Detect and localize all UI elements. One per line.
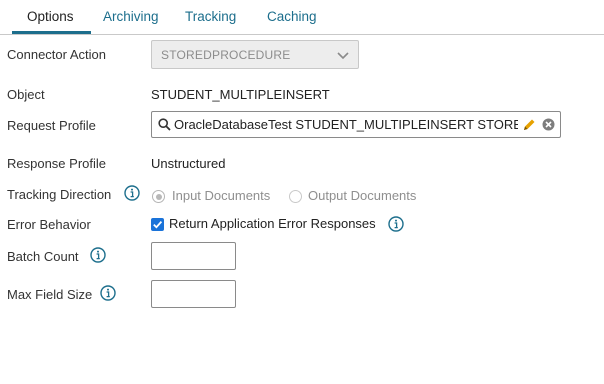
chevron-down-icon — [337, 52, 349, 60]
active-tab-indicator — [12, 31, 91, 34]
tab-caching[interactable]: Caching — [267, 9, 317, 24]
search-icon — [158, 118, 171, 131]
max-field-size-input[interactable] — [151, 280, 236, 308]
error-behavior-label: Error Behavior — [7, 217, 91, 232]
tab-options[interactable]: Options — [27, 9, 74, 24]
input-documents-radio[interactable] — [152, 190, 165, 203]
info-circle-icon[interactable] — [90, 247, 106, 263]
tab-tracking[interactable]: Tracking — [185, 9, 236, 24]
info-circle-icon[interactable] — [388, 216, 404, 232]
pencil-icon[interactable] — [522, 118, 536, 132]
batch-count-label: Batch Count — [7, 249, 79, 264]
return-error-responses-label: Return Application Error Responses — [169, 216, 376, 231]
batch-count-input[interactable] — [151, 242, 236, 270]
tab-archiving[interactable]: Archiving — [103, 9, 159, 24]
checkmark-icon — [153, 221, 163, 229]
max-field-size-label: Max Field Size — [7, 287, 93, 302]
response-profile-label: Response Profile — [7, 156, 106, 171]
connector-action-label: Connector Action — [7, 47, 107, 62]
tab-bar: Options Archiving Tracking Caching — [0, 0, 604, 35]
input-documents-label: Input Documents — [172, 188, 271, 203]
tracking-direction-label: Tracking Direction — [7, 187, 112, 202]
info-circle-icon[interactable] — [100, 285, 116, 301]
request-profile-field[interactable]: OracleDatabaseTest STUDENT_MULTIPLEINSER… — [151, 111, 561, 138]
connector-action-value: STOREDPROCEDURE — [161, 48, 291, 62]
connector-action-select[interactable]: STOREDPROCEDURE — [151, 40, 359, 69]
info-circle-icon[interactable] — [124, 185, 140, 201]
output-documents-radio[interactable] — [289, 190, 302, 203]
object-value: STUDENT_MULTIPLEINSERT — [151, 87, 330, 102]
object-label: Object — [7, 87, 45, 102]
clear-circle-icon[interactable] — [542, 118, 555, 131]
response-profile-value: Unstructured — [151, 156, 226, 171]
request-profile-value: OracleDatabaseTest STUDENT_MULTIPLEINSER… — [174, 117, 518, 132]
request-profile-label: Request Profile — [7, 118, 96, 133]
output-documents-label: Output Documents — [308, 188, 417, 203]
return-error-responses-checkbox[interactable] — [151, 218, 164, 231]
